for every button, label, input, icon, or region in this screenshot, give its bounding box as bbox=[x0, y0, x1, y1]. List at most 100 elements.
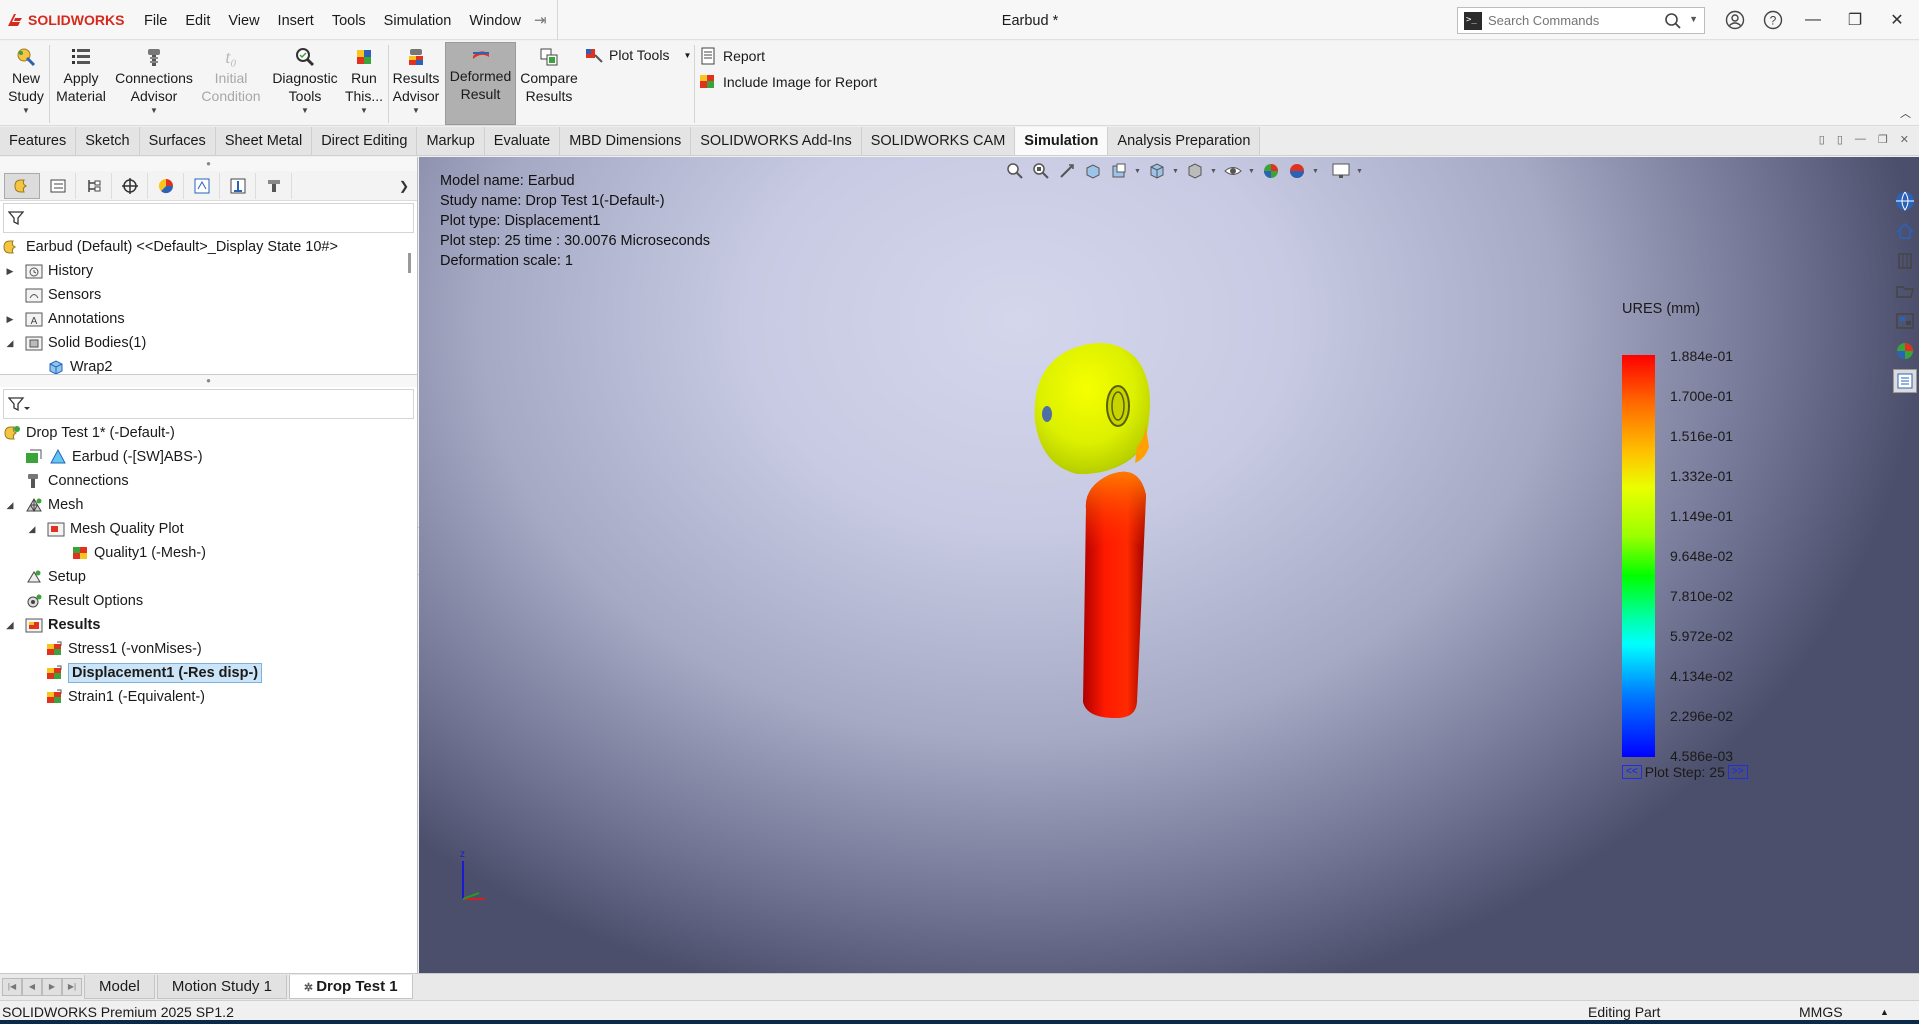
tab-features[interactable]: Features bbox=[0, 127, 77, 155]
tab-mbd-dimensions[interactable]: MBD Dimensions bbox=[560, 127, 692, 155]
close-icon[interactable]: ✕ bbox=[1876, 0, 1918, 40]
apply-material-button[interactable]: Apply Material bbox=[54, 45, 108, 123]
previous-step-button[interactable]: << bbox=[1622, 765, 1642, 779]
dimxpert-tab-icon[interactable] bbox=[112, 172, 148, 199]
initial-condition-button[interactable]: t₀ Initial Condition bbox=[199, 45, 263, 123]
appearances-icon[interactable] bbox=[1893, 339, 1917, 363]
menu-edit[interactable]: Edit bbox=[176, 0, 219, 40]
plot-tools-button[interactable]: Plot Tools ▼ bbox=[584, 44, 691, 66]
results-advisor-button[interactable]: Results Advisor ▼ bbox=[390, 45, 442, 123]
tree-item-part[interactable]: Earbud (-[SW]ABS-) bbox=[0, 445, 417, 469]
search-dropdown-icon[interactable]: ▼ bbox=[1689, 14, 1698, 24]
home-icon[interactable] bbox=[1893, 219, 1917, 243]
configuration-manager-tab-icon[interactable] bbox=[76, 172, 112, 199]
study-tree-filter[interactable] bbox=[3, 389, 414, 419]
property-manager-tab-icon[interactable] bbox=[40, 172, 76, 199]
collapse-icon[interactable]: ◢ bbox=[4, 338, 16, 349]
collapse-ribbon-icon[interactable]: ︿ bbox=[1900, 105, 1911, 121]
tab-model[interactable]: Model bbox=[84, 975, 155, 999]
tab-simulation[interactable]: Simulation bbox=[1015, 127, 1109, 155]
solidworks-logo[interactable]: SOLIDWORKS bbox=[0, 12, 135, 28]
chevron-down-icon[interactable]: ▼ bbox=[683, 51, 691, 60]
tab-drop-test-1[interactable]: ✲ Drop Test 1 bbox=[288, 975, 413, 999]
menu-tools[interactable]: Tools bbox=[323, 0, 375, 40]
account-icon[interactable] bbox=[1716, 0, 1754, 40]
earbud-model[interactable] bbox=[419, 157, 1919, 973]
cam-feature-tab-icon[interactable] bbox=[184, 172, 220, 199]
tree-item-mesh[interactable]: ◢ Mesh bbox=[0, 493, 417, 517]
menu-simulation[interactable]: Simulation bbox=[375, 0, 461, 40]
connections-advisor-button[interactable]: Connections Advisor ▼ bbox=[114, 45, 194, 123]
close-icon[interactable]: ✕ bbox=[1900, 133, 1909, 146]
tree-item-root[interactable]: Earbud (Default) <<Default>_Display Stat… bbox=[0, 235, 417, 259]
search-commands-input[interactable] bbox=[1488, 13, 1658, 28]
expand-icon[interactable]: ▶ bbox=[4, 314, 16, 325]
custom-properties-icon[interactable] bbox=[1893, 369, 1917, 393]
tab-markup[interactable]: Markup bbox=[417, 127, 485, 155]
panel-splitter[interactable]: ● bbox=[0, 375, 417, 387]
tree-item-solid-bodies[interactable]: ◢ Solid Bodies(1) bbox=[0, 331, 417, 355]
tree-item-stress1[interactable]: Stress1 (-vonMises-) bbox=[0, 637, 417, 661]
tree-item-setup[interactable]: Setup bbox=[0, 565, 417, 589]
feature-manager-tab-icon[interactable] bbox=[4, 172, 40, 199]
graphics-viewport[interactable]: Model name: Earbud Study name: Drop Test… bbox=[419, 157, 1919, 973]
tree-item-sensors[interactable]: Sensors bbox=[0, 283, 417, 307]
menu-window[interactable]: Window bbox=[460, 0, 530, 40]
menu-insert[interactable]: Insert bbox=[269, 0, 323, 40]
deformed-result-button[interactable]: Deformed Result bbox=[445, 42, 516, 125]
tree-item-displacement1[interactable]: Displacement1 (-Res disp-) bbox=[0, 661, 417, 685]
tab-evaluate[interactable]: Evaluate bbox=[484, 127, 561, 155]
tab-solidworks-cam[interactable]: SOLIDWORKS CAM bbox=[861, 127, 1016, 155]
tree-item-results[interactable]: ◢ Results bbox=[0, 613, 417, 637]
tree-item-wrap2[interactable]: Wrap2 bbox=[0, 355, 417, 374]
minimize-icon[interactable]: — bbox=[1792, 0, 1834, 40]
restore-icon[interactable]: ❐ bbox=[1834, 0, 1876, 40]
tab-solidworks-add-ins[interactable]: SOLIDWORKS Add-Ins bbox=[691, 127, 862, 155]
tree-item-history[interactable]: ▶ History bbox=[0, 259, 417, 283]
menu-view[interactable]: View bbox=[219, 0, 268, 40]
last-tab-icon[interactable]: ▶| bbox=[62, 978, 82, 996]
report-button[interactable]: Report bbox=[698, 45, 765, 67]
chevron-down-icon[interactable]: ▼ bbox=[360, 107, 368, 115]
minimize-icon[interactable]: — bbox=[1855, 133, 1866, 146]
previous-tab-icon[interactable]: ◀ bbox=[22, 978, 42, 996]
tab-direct-editing[interactable]: Direct Editing bbox=[312, 127, 418, 155]
tab-motion-study-1[interactable]: Motion Study 1 bbox=[156, 975, 287, 999]
chevron-right-icon[interactable]: ❯ bbox=[399, 179, 409, 193]
tree-item-annotations[interactable]: ▶ A Annotations bbox=[0, 307, 417, 331]
next-step-button[interactable]: >> bbox=[1727, 765, 1748, 779]
feature-tree-filter[interactable] bbox=[3, 203, 414, 233]
view-palette-icon[interactable] bbox=[1893, 309, 1917, 333]
tree-item-mesh-quality-plot[interactable]: ◢ Mesh Quality Plot bbox=[0, 517, 417, 541]
new-study-button[interactable]: New Study ▼ bbox=[4, 45, 48, 123]
diagnostic-tools-button[interactable]: Diagnostic Tools ▼ bbox=[270, 45, 340, 123]
include-image-report-button[interactable]: Include Image for Report bbox=[698, 71, 877, 93]
tree-item-connections[interactable]: Connections bbox=[0, 469, 417, 493]
pin-icon[interactable]: ⇥ bbox=[534, 11, 547, 29]
design-library-icon[interactable] bbox=[1893, 249, 1917, 273]
tree-item-result-options[interactable]: Result Options bbox=[0, 589, 417, 613]
run-this-button[interactable]: Run This... ▼ bbox=[345, 45, 383, 123]
collapse-icon[interactable]: ◢ bbox=[4, 620, 16, 631]
tab-sheet-metal[interactable]: Sheet Metal bbox=[215, 127, 313, 155]
tree-item-study[interactable]: Drop Test 1* (-Default-) bbox=[0, 421, 417, 445]
first-tab-icon[interactable]: |◀ bbox=[2, 978, 22, 996]
file-explorer-icon[interactable] bbox=[1893, 279, 1917, 303]
search-commands-box[interactable]: ▼ bbox=[1457, 7, 1705, 34]
search-icon[interactable] bbox=[1664, 12, 1682, 33]
expand-icon[interactable]: ▶ bbox=[4, 266, 16, 277]
tile-right-icon[interactable]: ▯ bbox=[1837, 133, 1843, 146]
tree-scrollbar[interactable] bbox=[408, 253, 411, 273]
collapse-icon[interactable]: ◢ bbox=[4, 500, 16, 511]
restore-icon[interactable]: ❐ bbox=[1878, 133, 1888, 146]
tab-analysis-preparation[interactable]: Analysis Preparation bbox=[1108, 127, 1261, 155]
help-icon[interactable]: ? bbox=[1754, 0, 1792, 40]
chevron-down-icon[interactable]: ▼ bbox=[150, 107, 158, 115]
tree-item-strain1[interactable]: Strain1 (-Equivalent-) bbox=[0, 685, 417, 709]
next-tab-icon[interactable]: ▶ bbox=[42, 978, 62, 996]
collapse-icon[interactable]: ◢ bbox=[26, 524, 38, 535]
tile-left-icon[interactable]: ▯ bbox=[1819, 133, 1825, 146]
chevron-down-icon[interactable]: ▼ bbox=[301, 107, 309, 115]
cam-operation-tab-icon[interactable] bbox=[220, 172, 256, 199]
display-manager-tab-icon[interactable] bbox=[148, 172, 184, 199]
